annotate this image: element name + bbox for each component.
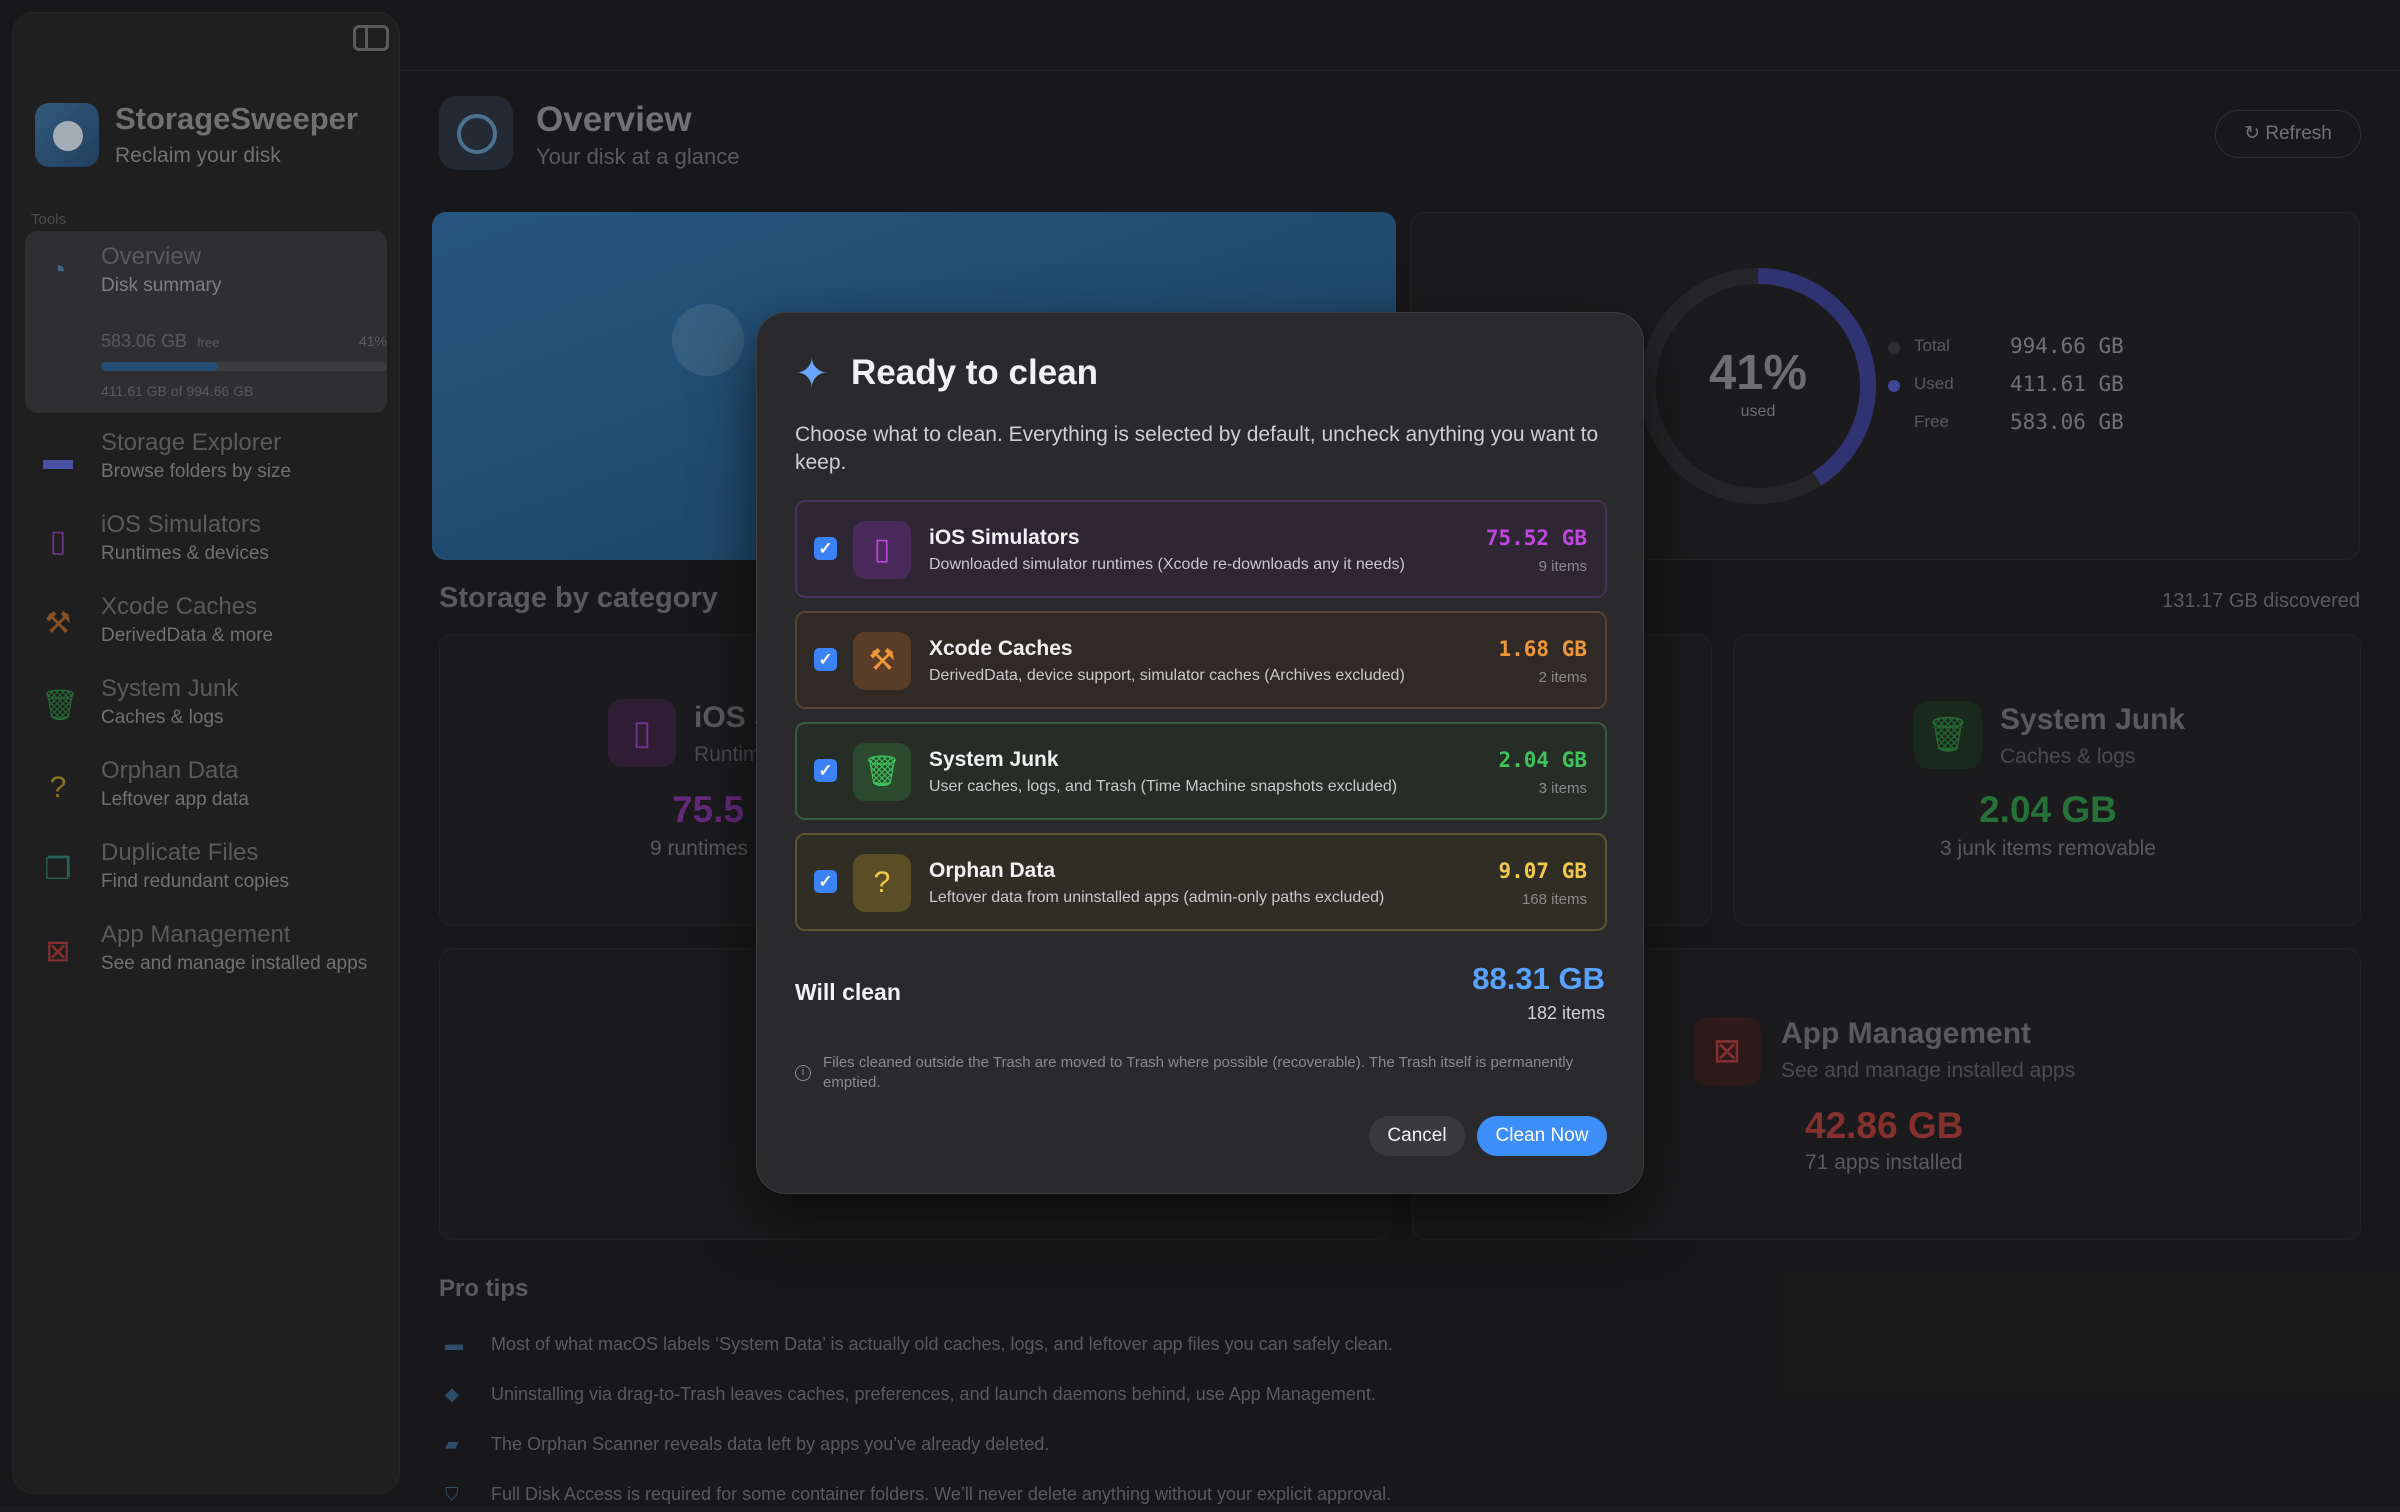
phone-icon: ▯ <box>853 521 911 579</box>
row-title: System Junk <box>929 748 1059 771</box>
folder-question-icon: ? <box>853 854 911 912</box>
row-size: 2.04 GB <box>1498 748 1587 772</box>
row-count: 3 items <box>1538 780 1587 797</box>
clean-row-ios-simulators[interactable]: ✓ ▯ iOS Simulators Downloaded simulator … <box>795 500 1607 598</box>
row-title: Xcode Caches <box>929 637 1073 660</box>
clean-row-system-junk[interactable]: ✓ 🗑 System Junk User caches, logs, and T… <box>795 722 1607 820</box>
row-subtitle: DerivedData, device support, simulator c… <box>929 667 1405 684</box>
row-count: 9 items <box>1538 558 1587 575</box>
row-subtitle: Downloaded simulator runtimes (Xcode re-… <box>929 556 1405 573</box>
row-size: 75.52 GB <box>1485 526 1587 550</box>
row-size: 1.68 GB <box>1498 637 1587 661</box>
clean-row-xcode-caches[interactable]: ✓ ⚒ Xcode Caches DerivedData, device sup… <box>795 611 1607 709</box>
hammer-icon: ⚒ <box>853 632 911 690</box>
clean-dialog: ✦ Ready to clean Choose what to clean. E… <box>756 312 1644 1194</box>
checkbox-xcode-caches[interactable]: ✓ <box>814 648 837 671</box>
clean-row-orphan-data[interactable]: ✓ ? Orphan Data Leftover data from unins… <box>795 833 1607 931</box>
will-clean-size: 88.31 GB <box>1472 961 1605 996</box>
dialog-note: Files cleaned outside the Trash are move… <box>823 1054 1574 1091</box>
sparkles-icon: ✦ <box>795 352 829 396</box>
app-window: StorageSweeper Reclaim your disk Tools ◔… <box>0 0 2400 1506</box>
row-count: 168 items <box>1521 891 1587 908</box>
checkbox-system-junk[interactable]: ✓ <box>814 759 837 782</box>
will-clean-label: Will clean <box>795 979 901 1005</box>
info-icon: i <box>795 1065 811 1081</box>
checkbox-ios-simulators[interactable]: ✓ <box>814 537 837 560</box>
ring-label: used <box>1740 403 1776 420</box>
trash-icon: 🗑 <box>853 743 911 801</box>
will-clean-count: 182 items <box>1526 1003 1605 1023</box>
checkbox-orphan-data[interactable]: ✓ <box>814 870 837 893</box>
row-title: Orphan Data <box>929 859 1056 882</box>
ring-percent: 41% <box>1708 346 1808 400</box>
dialog-description: Choose what to clean. Everything is sele… <box>795 423 1599 474</box>
row-count: 2 items <box>1538 669 1587 686</box>
row-subtitle: User caches, logs, and Trash (Time Machi… <box>929 778 1398 795</box>
cancel-button[interactable]: Cancel <box>1369 1116 1465 1156</box>
clean-now-button[interactable]: Clean Now <box>1477 1116 1607 1156</box>
row-title: iOS Simulators <box>929 526 1080 549</box>
dialog-title: Ready to clean <box>851 353 1099 392</box>
row-subtitle: Leftover data from uninstalled apps (adm… <box>929 889 1385 906</box>
row-size: 9.07 GB <box>1498 859 1587 883</box>
